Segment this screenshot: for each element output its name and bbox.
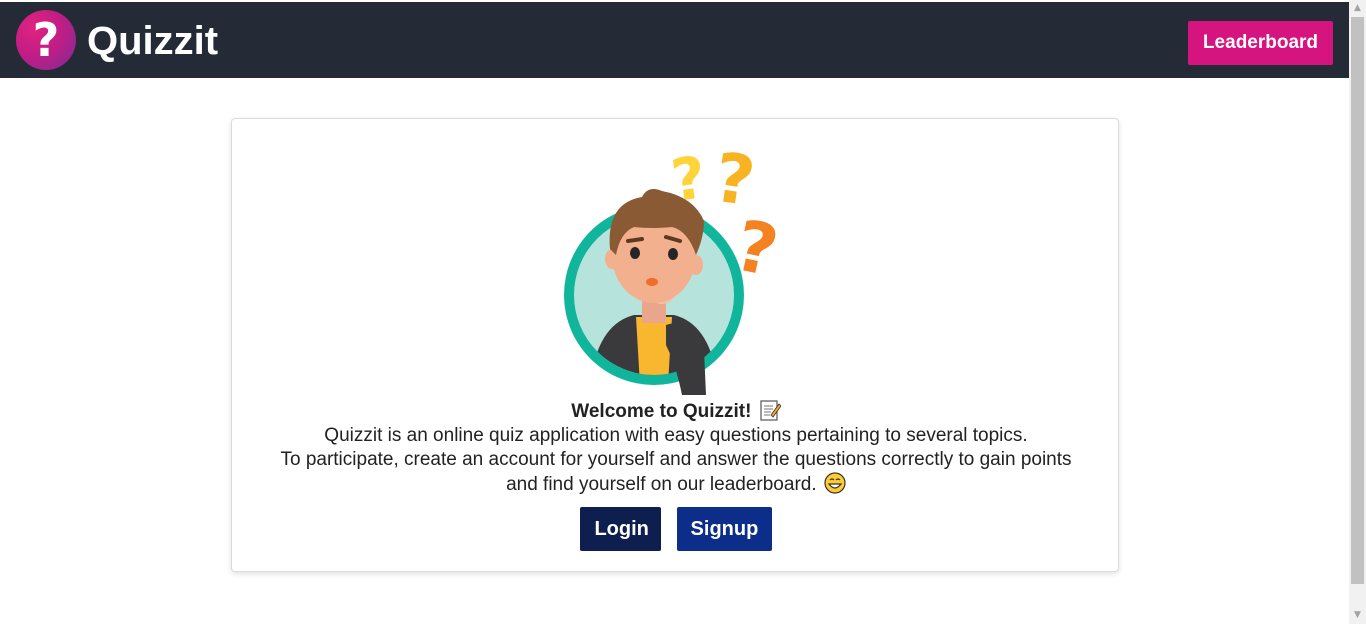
quizzit-logo[interactable]: ? bbox=[16, 10, 76, 70]
welcome-message: Welcome to Quizzit! Quizzit is an online… bbox=[232, 399, 1120, 497]
participation-text: To participate, create an account for yo… bbox=[280, 449, 1072, 495]
grinning-face-icon bbox=[824, 472, 846, 494]
welcome-heading: Welcome to Quizzit! bbox=[571, 401, 752, 422]
brand-title[interactable]: Quizzit bbox=[87, 16, 218, 66]
leaderboard-button[interactable]: Leaderboard bbox=[1188, 21, 1333, 65]
thinking-person-illustration: ? ? ? bbox=[564, 145, 785, 395]
scroll-down-arrow-icon[interactable]: ▼ bbox=[1349, 607, 1366, 624]
auth-button-group: Login Signup bbox=[232, 507, 1120, 551]
vertical-scrollbar[interactable]: ▲ ▼ bbox=[1349, 0, 1366, 624]
login-button[interactable]: Login bbox=[580, 507, 662, 551]
top-navbar: ? Quizzit Leaderboard bbox=[0, 2, 1349, 78]
scroll-up-arrow-icon[interactable]: ▲ bbox=[1349, 0, 1366, 17]
welcome-card: ? ? ? Welcome to Quizzit! Quizzit is an … bbox=[231, 118, 1119, 572]
scrollbar-thumb[interactable] bbox=[1351, 17, 1364, 584]
signup-button[interactable]: Signup bbox=[676, 507, 772, 551]
welcome-description: Quizzit is an online quiz application wi… bbox=[324, 425, 1028, 446]
question-mark-icon: ? bbox=[32, 13, 60, 67]
memo-icon bbox=[760, 400, 781, 421]
